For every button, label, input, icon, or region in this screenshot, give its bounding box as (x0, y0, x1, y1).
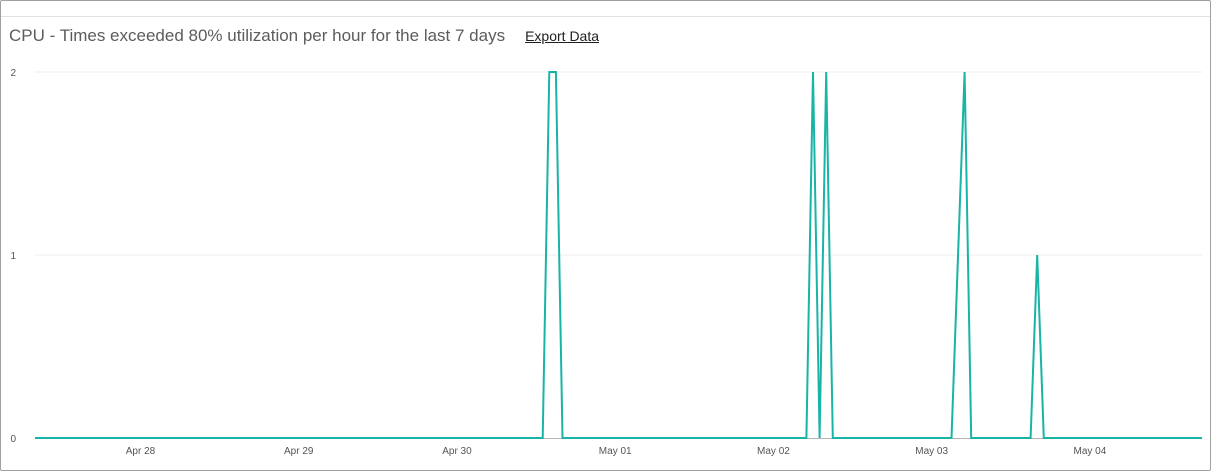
y-tick-label: 1 (10, 251, 16, 262)
y-tick-label: 0 (10, 434, 16, 445)
x-tick-label: May 02 (757, 446, 790, 457)
x-tick-label: Apr 29 (284, 446, 314, 457)
x-tick-label: May 04 (1074, 446, 1107, 457)
line-chart: 0 1 2 Apr 28 Apr 29 Apr 30 May 01 May 02 May 03 M… (10, 68, 1202, 457)
x-tick-label: May 03 (915, 446, 948, 457)
x-tick-label: May 01 (599, 446, 632, 457)
y-tick-label: 2 (10, 68, 16, 79)
x-tick-label: Apr 30 (442, 446, 472, 457)
x-tick-label: Apr 28 (126, 446, 156, 457)
